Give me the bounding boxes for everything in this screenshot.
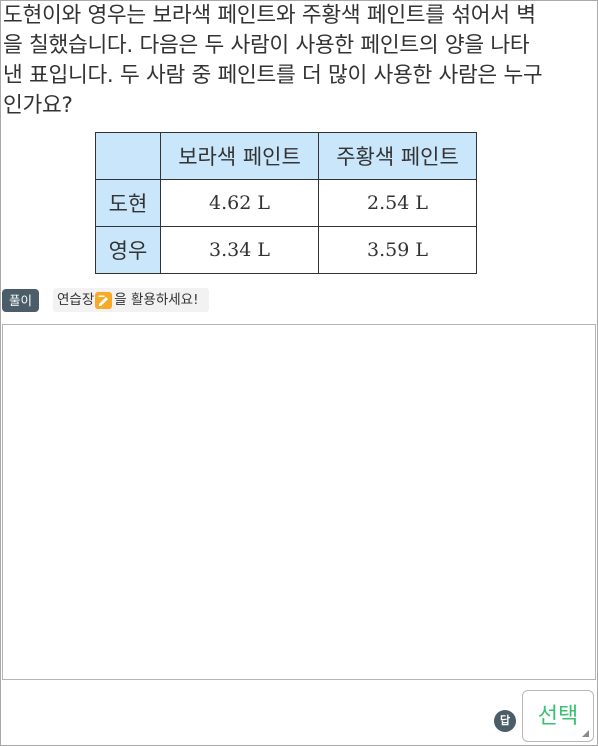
- paint-table: 보라색 페인트 주황색 페인트 도현 4.62 L 2.54 L 영우 3.34…: [95, 132, 477, 274]
- table-row: 영우 3.34 L 3.59 L: [95, 226, 477, 274]
- answer-badge: 답: [494, 710, 516, 732]
- resize-corner-icon: [582, 730, 589, 737]
- practice-pad-hint: 을 활용하세요!: [114, 292, 199, 308]
- practice-pad-note[interactable]: 연습장 을 활용하세요!: [53, 288, 209, 312]
- solution-badge: 풀이: [2, 288, 40, 312]
- solution-workspace[interactable]: [2, 324, 596, 680]
- question-line: 을 칠했습니다. 다음은 두 사람이 사용한 페인트의 양을 나타: [3, 33, 530, 58]
- table-row: 도현 4.62 L 2.54 L: [95, 179, 477, 227]
- solution-hint-row: 풀이 연습장 을 활용하세요!: [2, 288, 209, 312]
- cell-dohyeon-orange: 2.54 L: [318, 179, 477, 227]
- table-corner-cell: [95, 132, 161, 180]
- question-line: 도현이와 영우는 보라색 페인트와 주황색 페인트를 섞어서 벽: [3, 3, 536, 28]
- practice-pad-label: 연습장: [57, 292, 95, 308]
- cell-dohyeon-purple: 4.62 L: [160, 179, 319, 227]
- question-line: 인가요?: [3, 93, 73, 118]
- header-orange-paint: 주황색 페인트: [318, 132, 477, 180]
- row-name-yeongu: 영우: [95, 226, 161, 274]
- row-name-dohyeon: 도현: [95, 179, 161, 227]
- cell-yeongu-orange: 3.59 L: [318, 226, 477, 274]
- question-text: 도현이와 영우는 보라색 페인트와 주황색 페인트를 섞어서 벽 을 칠했습니다…: [3, 1, 593, 121]
- cell-yeongu-purple: 3.34 L: [160, 226, 319, 274]
- question-line: 낸 표입니다. 두 사람 중 페인트를 더 많이 사용한 사람은 누구: [3, 63, 543, 88]
- answer-select-label: 선택: [537, 704, 579, 729]
- answer-select-button[interactable]: 선택: [522, 690, 594, 742]
- header-purple-paint: 보라색 페인트: [160, 132, 319, 180]
- pencil-pad-icon[interactable]: [95, 291, 113, 309]
- table-header-row: 보라색 페인트 주황색 페인트: [95, 132, 477, 180]
